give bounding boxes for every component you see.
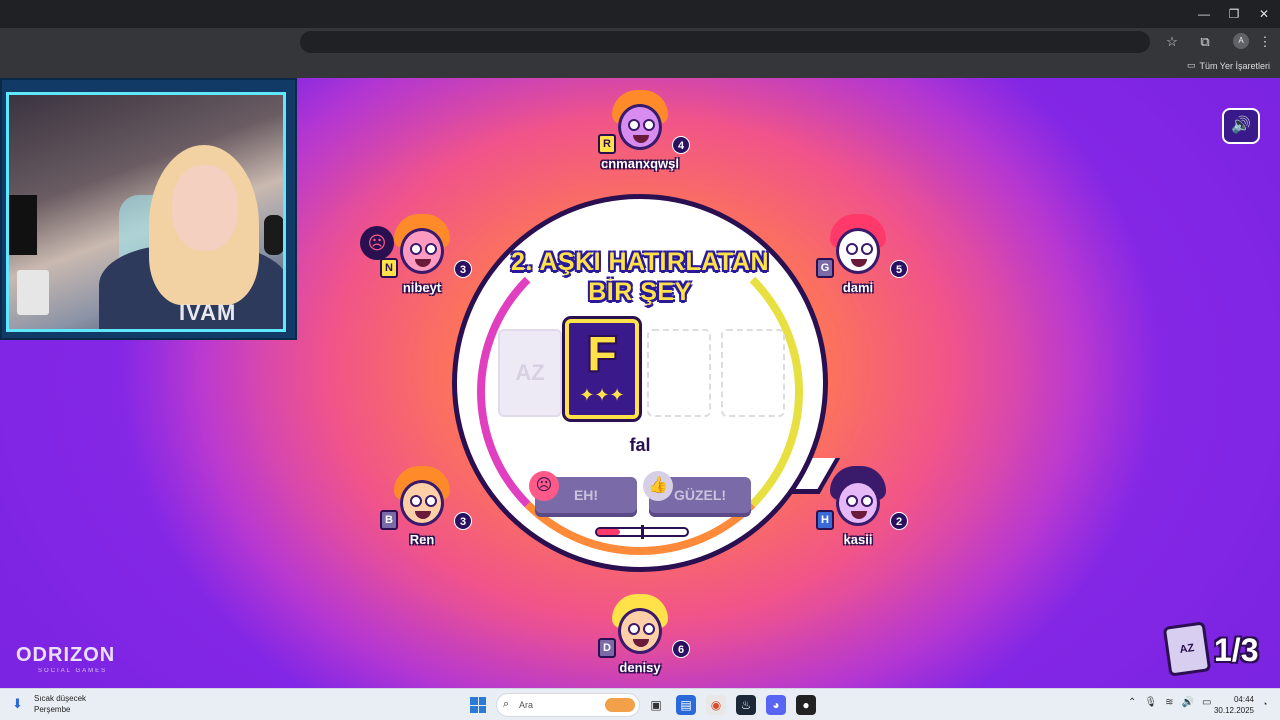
- player-name: cnmanxqwşl: [600, 156, 680, 171]
- avatar: [830, 466, 886, 526]
- avatar: [394, 466, 450, 526]
- volume-icon[interactable]: 🔊: [1181, 697, 1193, 708]
- empty-card-slot: AZ: [498, 329, 562, 417]
- player-cnmanxqwsl: R 4 cnmanxqwşl: [580, 90, 700, 180]
- wifi-icon[interactable]: ≋: [1165, 697, 1173, 708]
- speaker-icon[interactable]: 🔊: [1222, 108, 1260, 144]
- letter-card: F ✦✦✦: [565, 319, 639, 419]
- prompt-line-2: BİR ŞEY: [588, 278, 692, 306]
- browser-toolbar: ☆ ⧉ A ⋮: [0, 28, 1280, 56]
- prompt-bubble: 2. AŞKI HATIRLATAN BİR ŞEY AZ F ✦✦✦ fal …: [452, 194, 828, 572]
- menu-icon[interactable]: ⋮: [1256, 33, 1274, 51]
- taskbar-search[interactable]: ⌕ Ara: [496, 693, 640, 717]
- search-highlight-image: [605, 698, 635, 712]
- extensions-icon[interactable]: ⧉: [1196, 33, 1214, 51]
- store-icon[interactable]: ▤: [676, 695, 696, 715]
- shirt-text: IVAM: [179, 300, 237, 325]
- app-icon[interactable]: ●: [796, 695, 816, 715]
- rating-slider-fill: [597, 529, 620, 535]
- weather-line-2: Perşembe: [34, 705, 71, 714]
- player-name: Ren: [409, 532, 435, 547]
- clock-time: 04:44: [1233, 695, 1254, 704]
- player-ren: B 3 Ren: [362, 466, 482, 556]
- browser-titlebar: — ❐ ✕: [0, 0, 1280, 28]
- star-icons: ✦✦✦: [579, 385, 625, 405]
- steam-icon[interactable]: ♨: [736, 695, 756, 715]
- avatar: [830, 214, 886, 274]
- minimize-icon[interactable]: —: [1194, 4, 1214, 24]
- discord-icon[interactable]: ◕: [766, 695, 786, 715]
- rating-slider[interactable]: [595, 525, 689, 539]
- empty-card-slot: [647, 329, 711, 417]
- webcam-overlay: IVAM: [0, 78, 297, 340]
- task-view-icon[interactable]: ▣: [646, 695, 666, 715]
- score-badge: 6: [672, 640, 690, 658]
- search-placeholder: Ara: [519, 700, 534, 710]
- prompt-line-1: 2. AŞKI HATIRLATAN: [510, 248, 770, 276]
- score-badge: 5: [890, 260, 908, 278]
- webcam-video: IVAM: [6, 92, 286, 332]
- address-bar[interactable]: [300, 31, 1150, 53]
- all-bookmarks-label: Tüm Yer İşaretleri: [1199, 60, 1270, 71]
- game-canvas: 🔊 R 4 cnmanxqwşl ☹ N 3 nibeyt G 5 dami B…: [0, 78, 1280, 688]
- letter-tile-badge: H: [816, 510, 834, 530]
- chevron-up-icon[interactable]: ⌃: [1128, 697, 1136, 708]
- battery-icon[interactable]: ▭: [1202, 697, 1211, 708]
- score-badge: 2: [890, 512, 908, 530]
- prompt-title: 2. AŞKI HATIRLATAN BİR ŞEY: [457, 247, 823, 307]
- weather-line-1: Sıcak düşecek: [34, 694, 87, 703]
- round-counter: 1/3: [1214, 632, 1259, 668]
- chrome-icon[interactable]: ◉: [706, 695, 726, 715]
- temperature-icon: ⬇: [12, 696, 23, 711]
- clock[interactable]: 04:44 30.12.2025: [1214, 694, 1254, 716]
- system-tray: ⌃ 🎙 ≋ 🔊 ▭: [1128, 697, 1211, 708]
- avatar: [394, 214, 450, 274]
- clock-date: 30.12.2025: [1213, 706, 1254, 715]
- profile-avatar[interactable]: A: [1233, 33, 1249, 49]
- logo-subtitle: SOCIAL GAMES: [38, 668, 108, 674]
- search-icon: ⌕: [503, 698, 510, 710]
- angry-reaction-icon: ☹: [360, 226, 394, 260]
- folder-icon: ▭: [1186, 60, 1196, 70]
- player-name: denisy: [619, 660, 661, 675]
- letter-tile-badge: B: [380, 510, 398, 530]
- avatar: [612, 90, 668, 150]
- player-denisy: D 6 denisy: [580, 594, 700, 684]
- windows-start-icon[interactable]: [470, 697, 486, 713]
- card-letter: F: [587, 328, 617, 381]
- restore-icon[interactable]: ❐: [1224, 4, 1244, 24]
- letter-tile-badge: N: [380, 258, 398, 278]
- letter-tile-badge: D: [598, 638, 616, 658]
- round-card-icon: AZ: [1162, 621, 1212, 677]
- weather-widget[interactable]: ⬇ Sıcak düşecek Perşembe: [12, 693, 86, 715]
- all-bookmarks-button[interactable]: ▭ Tüm Yer İşaretleri: [1187, 60, 1270, 71]
- notification-icon[interactable]: ◔: [1262, 699, 1272, 709]
- bookmarks-bar: ▭ Tüm Yer İşaretleri: [0, 56, 1280, 78]
- avatar: [612, 594, 668, 654]
- rating-slider-marker: [641, 525, 644, 539]
- bookmark-star-icon[interactable]: ☆: [1163, 33, 1181, 51]
- score-badge: 4: [672, 136, 690, 154]
- player-name: kasii: [843, 532, 873, 547]
- angry-face-icon: ☹: [529, 471, 559, 501]
- score-badge: 3: [454, 512, 472, 530]
- microphone-icon[interactable]: 🎙: [1144, 697, 1157, 708]
- close-icon[interactable]: ✕: [1254, 4, 1274, 24]
- windows-taskbar: ⬇ Sıcak düşecek Perşembe ⌕ Ara ▣ ▤ ◉ ♨ ◕…: [0, 688, 1280, 720]
- thumbs-up-icon: 👍: [643, 471, 673, 501]
- odrizon-logo: ODRIZON: [16, 644, 116, 666]
- letter-tile-badge: R: [598, 134, 616, 154]
- empty-card-slot: [721, 329, 785, 417]
- answer-text: fal: [629, 435, 651, 455]
